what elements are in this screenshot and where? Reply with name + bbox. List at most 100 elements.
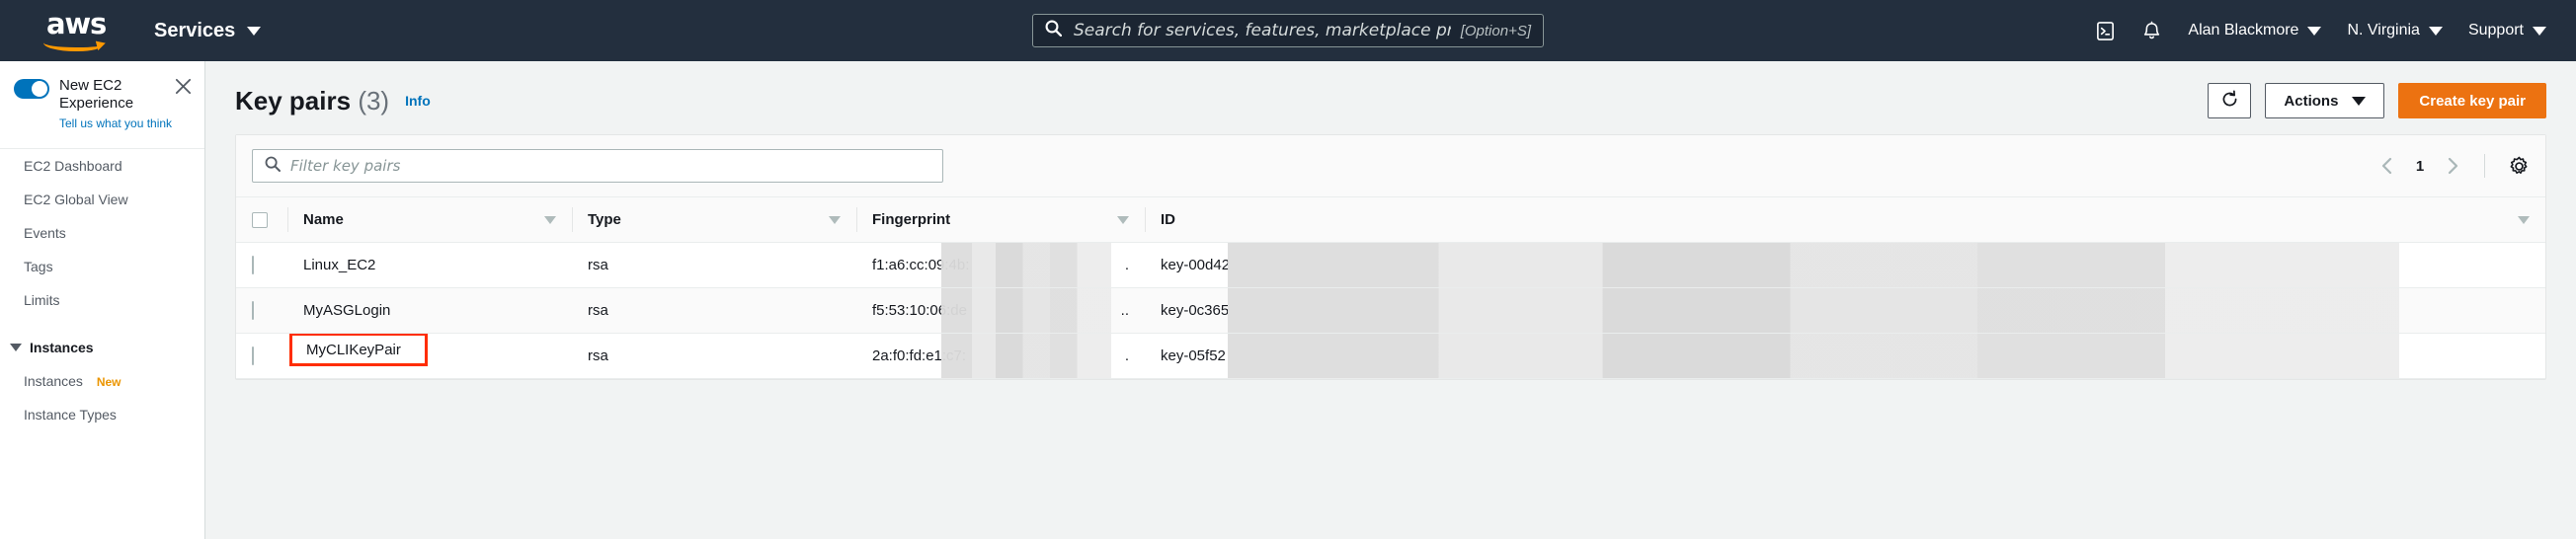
row-checkbox[interactable] — [252, 301, 254, 320]
row-fingerprint-tail: . — [1124, 257, 1129, 273]
services-menu-label: Services — [154, 19, 236, 41]
actions-dropdown-button[interactable]: Actions — [2265, 83, 2385, 118]
row-checkbox[interactable] — [252, 346, 254, 365]
column-separator — [1145, 207, 1146, 232]
row-type-cell: rsa — [572, 287, 856, 334]
sort-icon[interactable] — [829, 215, 841, 224]
create-key-pair-button[interactable]: Create key pair — [2398, 83, 2546, 118]
table-header-name[interactable]: Name — [287, 197, 572, 243]
pagination-page-1[interactable]: 1 — [2413, 158, 2427, 175]
table-header-id-label: ID — [1161, 211, 1175, 228]
row-id-cell: key-00d42 — [1145, 242, 2545, 288]
account-menu[interactable]: Alan Blackmore — [2188, 22, 2322, 39]
table-header-type[interactable]: Type — [572, 197, 856, 243]
global-search-input[interactable]: Search for services, features, marketpla… — [1032, 14, 1544, 47]
sort-icon[interactable] — [1117, 215, 1129, 224]
sidebar-navigation: New EC2 Experience Tell us what you thin… — [0, 61, 205, 539]
table-row[interactable]: MyASGLogin rsa f5:53:10:06:de .. key-0c3… — [236, 287, 2545, 334]
key-pairs-table: Name Type Fingerprint ID Linux_EC2 rsa f… — [236, 197, 2545, 379]
row-type-cell: rsa — [572, 333, 856, 379]
chevron-left-icon[interactable] — [2379, 157, 2395, 175]
row-fingerprint-cell: 2a:f0:fd:e1:c7: . — [856, 333, 1145, 379]
row-select-cell — [236, 333, 287, 379]
refresh-button[interactable] — [2208, 83, 2252, 118]
page-header: Key pairs (3) Info Actions Create key pa… — [205, 61, 2576, 134]
sort-icon[interactable] — [2518, 215, 2530, 224]
sidebar-group-instances-label: Instances — [30, 340, 94, 355]
new-experience-text: New EC2 Experience Tell us what you thin… — [59, 77, 193, 132]
row-id-value: key-05f52 — [1161, 347, 1226, 364]
sidebar-item-instances[interactable]: Instances New — [0, 364, 204, 398]
filter-key-pairs-input[interactable]: Filter key pairs — [252, 149, 943, 183]
row-fingerprint-cell: f5:53:10:06:de .. — [856, 287, 1145, 334]
chevron-down-icon — [10, 344, 22, 351]
table-header-type-label: Type — [588, 211, 621, 228]
row-checkbox[interactable] — [252, 256, 254, 274]
region-menu[interactable]: N. Virginia — [2347, 22, 2443, 39]
global-search-shortcut: [Option+S] — [1460, 22, 1531, 39]
redaction-block — [1228, 334, 2399, 378]
sidebar-item-instances-label: Instances — [24, 373, 83, 389]
chevron-right-icon[interactable] — [2445, 157, 2460, 175]
pagination-divider — [2484, 154, 2485, 178]
redaction-block — [941, 243, 1111, 287]
chevron-down-icon — [2533, 26, 2546, 36]
row-id-cell: key-0c365 — [1145, 287, 2545, 334]
support-menu[interactable]: Support — [2468, 22, 2546, 39]
sidebar-group-instances[interactable]: Instances — [0, 331, 204, 364]
support-menu-label: Support — [2467, 22, 2524, 38]
page-title: Key pairs (3) — [235, 86, 389, 116]
page-title-text: Key pairs — [235, 85, 352, 116]
table-header-row: Name Type Fingerprint ID — [236, 197, 2545, 243]
column-separator — [572, 207, 573, 232]
services-menu[interactable]: Services — [154, 19, 262, 42]
aws-logo[interactable]: aws — [38, 7, 115, 51]
page-header-actions: Actions Create key pair — [2208, 83, 2546, 118]
top-navigation-bar: aws Services Search for services, featur… — [0, 0, 2576, 61]
gear-icon[interactable] — [2509, 156, 2530, 177]
table-header-fingerprint[interactable]: Fingerprint — [856, 197, 1145, 243]
info-link[interactable]: Info — [405, 93, 431, 109]
table-row[interactable]: MyCLIKeyPair rsa 2a:f0:fd:e1:c7: . key-0… — [236, 333, 2545, 379]
sidebar-item-limits[interactable]: Limits — [0, 283, 204, 317]
sidebar-item-events[interactable]: Events — [0, 216, 204, 250]
refresh-icon — [2220, 89, 2239, 113]
row-fingerprint-tail: .. — [1120, 302, 1129, 319]
chevron-down-icon — [2352, 96, 2367, 106]
sort-icon[interactable] — [544, 215, 556, 224]
table-toolbar: Filter key pairs 1 — [236, 135, 2545, 197]
highlighted-key-pair-name: MyCLIKeyPair — [289, 333, 428, 366]
filter-key-pairs-placeholder: Filter key pairs — [290, 157, 401, 175]
feedback-link[interactable]: Tell us what you think — [59, 116, 172, 130]
table-row[interactable]: Linux_EC2 rsa f1:a6:cc:09:4b: . key-00d4… — [236, 242, 2545, 288]
aws-logo-smile-icon — [42, 36, 104, 51]
chevron-down-icon — [247, 26, 262, 36]
row-id-value: key-0c365 — [1161, 302, 1230, 319]
row-name-cell: MyASGLogin — [287, 287, 572, 334]
new-experience-title: New EC2 Experience — [59, 77, 134, 112]
select-all-checkbox[interactable] — [252, 211, 268, 228]
aws-logo-text: aws — [45, 7, 107, 40]
close-icon[interactable] — [174, 77, 193, 101]
table-body: Linux_EC2 rsa f1:a6:cc:09:4b: . key-00d4… — [236, 242, 2545, 379]
table-header-id[interactable]: ID — [1145, 197, 2545, 243]
sidebar-item-instance-types[interactable]: Instance Types — [0, 398, 204, 431]
row-name-cell: Linux_EC2 — [287, 242, 572, 288]
page-shell: New EC2 Experience Tell us what you thin… — [0, 61, 2576, 539]
sidebar-item-ec2-global-view[interactable]: EC2 Global View — [0, 183, 204, 216]
table-header-fingerprint-label: Fingerprint — [872, 211, 951, 228]
redaction-block — [941, 334, 1111, 378]
page-title-count: (3) — [358, 85, 390, 116]
sidebar-item-tags[interactable]: Tags — [0, 250, 204, 283]
row-select-cell — [236, 242, 287, 288]
row-fingerprint-tail: . — [1124, 347, 1129, 364]
sidebar-item-ec2-dashboard[interactable]: EC2 Dashboard — [0, 149, 204, 183]
new-experience-toggle[interactable] — [14, 79, 49, 99]
bell-icon[interactable] — [2141, 21, 2162, 41]
cloudshell-icon[interactable] — [2095, 21, 2116, 41]
main-content: Key pairs (3) Info Actions Create key pa… — [205, 61, 2576, 539]
region-menu-label: N. Virginia — [2347, 22, 2420, 38]
chevron-down-icon — [2307, 26, 2322, 36]
column-separator — [856, 207, 857, 232]
